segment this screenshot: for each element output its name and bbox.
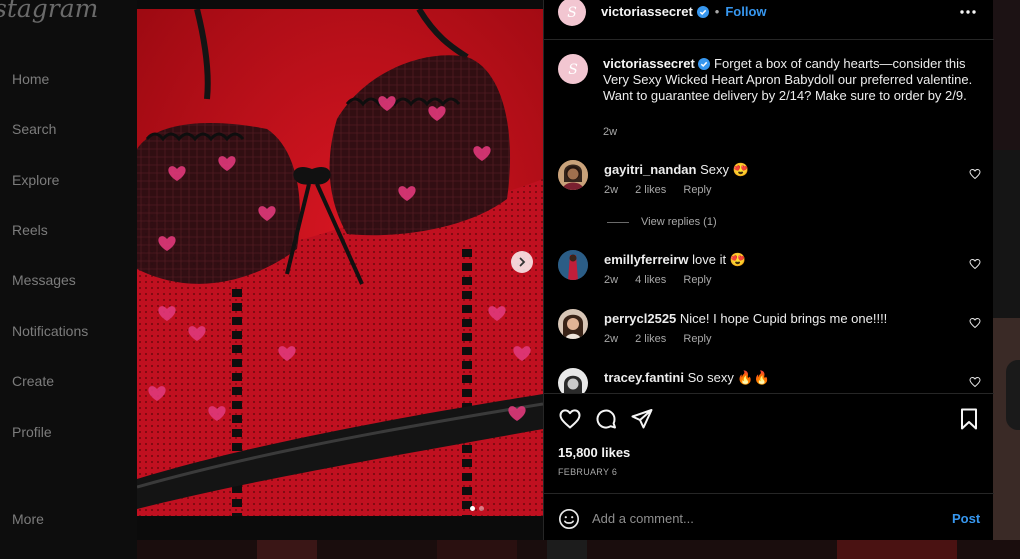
add-comment-bar: Post — [544, 493, 994, 540]
heart-icon[interactable] — [969, 168, 981, 180]
svg-text:S: S — [567, 5, 577, 21]
comment-text: So sexy 🔥🔥 — [687, 370, 770, 385]
comment-likes[interactable]: 2 likes — [635, 333, 666, 345]
share-icon[interactable] — [630, 407, 654, 431]
verified-badge-icon — [696, 5, 709, 18]
follow-button[interactable]: Follow — [725, 4, 766, 19]
commenter-avatar[interactable] — [558, 160, 588, 190]
likes-count[interactable]: 15,800 likes — [558, 445, 630, 460]
svg-text:S: S — [568, 62, 578, 78]
author-avatar[interactable]: S — [558, 0, 586, 26]
post-comment-button[interactable]: Post — [952, 511, 980, 526]
commenter-avatar[interactable] — [558, 309, 588, 339]
carousel-dot — [479, 506, 484, 511]
commenter-avatar[interactable] — [558, 368, 588, 393]
caption-username[interactable]: victoriassecret — [603, 56, 695, 71]
comment-text: Nice! I hope Cupid brings me one!!!! — [679, 311, 888, 326]
heart-icon[interactable] — [969, 258, 981, 270]
commenter-username[interactable]: emillyferreirw — [604, 252, 689, 267]
heart-icon[interactable] — [969, 376, 981, 388]
comment-text: love it 😍 — [692, 252, 746, 267]
vs-logo-icon: S — [568, 62, 578, 78]
view-replies-button[interactable]: View replies (1) — [607, 216, 717, 228]
comment-body: tracey.fantini So sexy 🔥🔥 — [604, 370, 770, 386]
comment-time: 2w — [604, 274, 619, 286]
comment-item: tracey.fantini So sexy 🔥🔥 — [558, 368, 983, 393]
comment-meta: 2w 2 likes Reply — [604, 333, 726, 345]
background-feed-edge — [993, 0, 1020, 559]
carousel-dot-active — [470, 506, 475, 511]
comment-input[interactable] — [592, 506, 932, 530]
background-feed-bottom — [137, 540, 1020, 559]
caption-body: victoriassecret Forget a box of candy he… — [603, 56, 973, 104]
reply-button[interactable]: Reply — [683, 274, 711, 286]
post-image[interactable] — [137, 9, 543, 516]
comment-meta: 2w 4 likes Reply — [604, 274, 726, 286]
verified-badge-icon — [698, 58, 711, 70]
bookmark-icon[interactable] — [957, 407, 981, 431]
sidebar-item-profile[interactable]: Profile — [12, 424, 52, 440]
post-actions: 15,800 likes FEBRUARY 6 — [544, 393, 994, 492]
comment-body: perrycl2525 Nice! I hope Cupid brings me… — [604, 311, 887, 326]
sidebar: stagram Home Search Explore Reels Messag… — [0, 0, 137, 559]
comment-item: gayitri_nandan Sexy 😍 2w 2 likes Reply — [558, 160, 983, 210]
sidebar-item-notifications[interactable]: Notifications — [12, 323, 88, 339]
header-separator: • — [714, 4, 720, 19]
commenter-avatar[interactable] — [558, 250, 588, 280]
comment-likes[interactable]: 4 likes — [635, 274, 666, 286]
comment-time: 2w — [604, 333, 619, 345]
replies-divider — [607, 221, 629, 223]
author-username[interactable]: victoriassecret — [601, 4, 693, 19]
caption-time: 2w — [603, 126, 618, 138]
comment-body: gayitri_nandan Sexy 😍 — [604, 162, 749, 178]
carousel-indicator — [470, 506, 484, 511]
chevron-right-icon — [519, 257, 526, 267]
comment-body: emillyferreirw love it 😍 — [604, 252, 746, 268]
comment-text: Sexy 😍 — [700, 162, 749, 177]
sidebar-item-messages[interactable]: Messages — [12, 272, 76, 288]
vs-logo-icon: S — [567, 5, 577, 21]
comment-likes[interactable]: 2 likes — [635, 184, 666, 196]
emoji-icon[interactable] — [558, 508, 580, 530]
heart-icon[interactable] — [969, 317, 981, 329]
caption-author-avatar[interactable]: S — [558, 54, 588, 84]
sidebar-item-home[interactable]: Home — [12, 71, 49, 87]
reply-button[interactable]: Reply — [683, 184, 711, 196]
sidebar-item-more[interactable]: More — [12, 511, 44, 527]
more-options-button[interactable] — [958, 4, 978, 25]
sidebar-item-search[interactable]: Search — [12, 121, 56, 137]
more-options-icon — [960, 10, 976, 14]
comments-list[interactable]: S victoriassecret Forget a box of candy … — [544, 40, 994, 393]
instagram-logo[interactable]: stagram — [0, 0, 98, 23]
comment-meta: 2w 2 likes Reply — [604, 184, 726, 196]
sidebar-item-create[interactable]: Create — [12, 373, 54, 389]
like-heart-icon[interactable] — [558, 407, 582, 431]
post-header: S victoriassecret • Follow — [544, 0, 994, 40]
reply-button[interactable]: Reply — [683, 333, 711, 345]
sidebar-item-reels[interactable]: Reels — [12, 222, 48, 238]
carousel-next-button[interactable] — [511, 251, 533, 273]
commenter-username[interactable]: perrycl2525 — [604, 311, 676, 326]
sidebar-item-explore[interactable]: Explore — [12, 172, 59, 188]
commenter-username[interactable]: tracey.fantini — [604, 370, 684, 385]
comment-item: emillyferreirw love it 😍 2w 4 likes Repl… — [558, 250, 983, 300]
comment-time: 2w — [604, 184, 619, 196]
post-detail-panel: S victoriassecret • Follow S victoriasse… — [543, 0, 994, 540]
view-replies-label: View replies (1) — [641, 216, 717, 228]
post-date: FEBRUARY 6 — [558, 467, 618, 477]
comment-item: perrycl2525 Nice! I hope Cupid brings me… — [558, 309, 983, 359]
comment-icon[interactable] — [594, 407, 618, 431]
commenter-username[interactable]: gayitri_nandan — [604, 162, 696, 177]
